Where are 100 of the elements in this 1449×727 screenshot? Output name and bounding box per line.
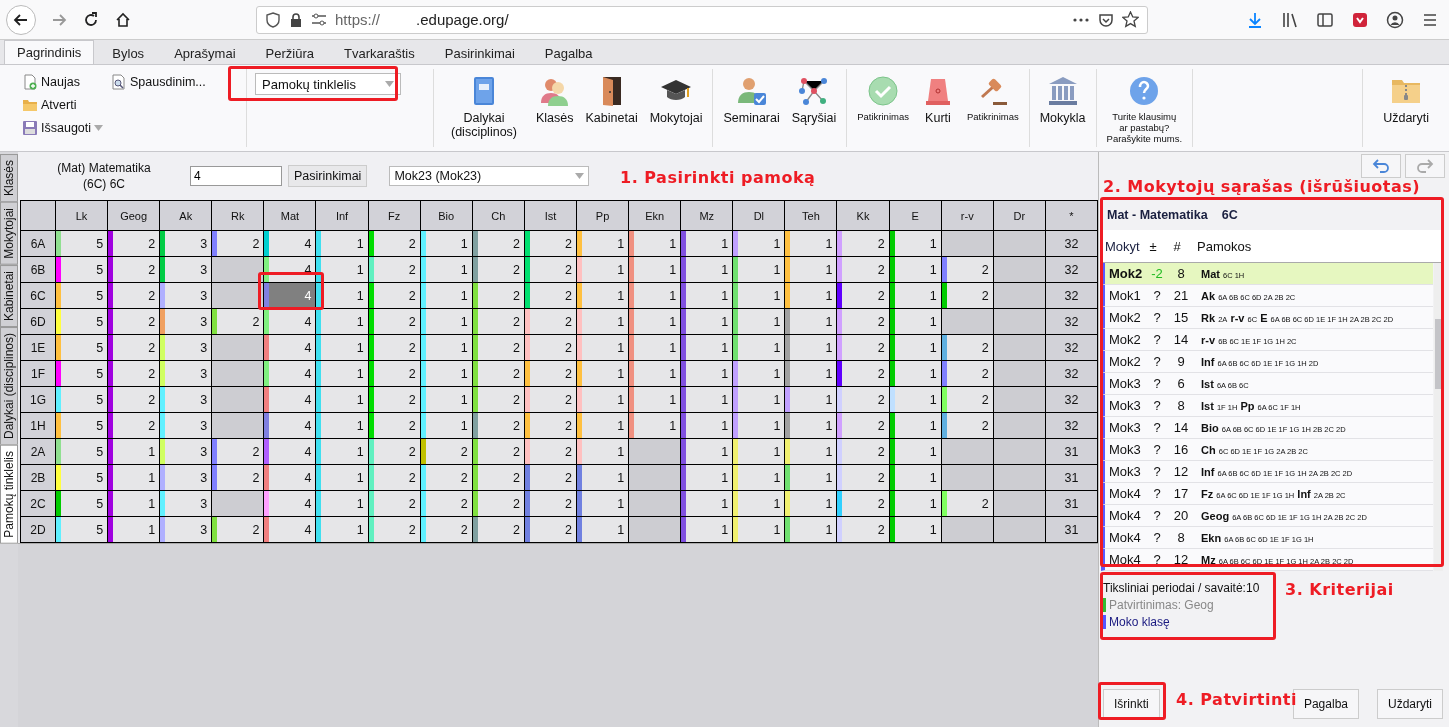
ribbon-button[interactable]: Sąryšiai bbox=[785, 69, 843, 125]
lesson-cell[interactable]: 3 bbox=[160, 309, 213, 335]
lesson-cell[interactable]: 4 bbox=[264, 517, 317, 543]
lesson-cell[interactable]: 1 bbox=[681, 335, 734, 361]
lesson-cell[interactable]: 4 bbox=[264, 413, 317, 439]
lesson-cell[interactable]: 4 bbox=[264, 361, 317, 387]
home-icon[interactable] bbox=[114, 10, 132, 29]
lesson-cell[interactable]: 2 bbox=[368, 257, 421, 283]
side-tab[interactable]: Dalykai (disciplinos) bbox=[0, 326, 18, 445]
lesson-cell[interactable]: 1 bbox=[420, 257, 473, 283]
lesson-cell[interactable]: 1 bbox=[681, 361, 734, 387]
lesson-cell[interactable]: 2 bbox=[472, 413, 525, 439]
lesson-cell[interactable]: 5 bbox=[56, 231, 109, 257]
lesson-cell[interactable]: 1 bbox=[785, 387, 838, 413]
lesson-cell[interactable]: 1 bbox=[681, 439, 734, 465]
lesson-cell[interactable]: 2 bbox=[472, 283, 525, 309]
lesson-cell[interactable]: 2 bbox=[837, 465, 890, 491]
file-action-button[interactable]: Naujas bbox=[22, 73, 104, 91]
lesson-cell[interactable]: 2 bbox=[524, 387, 577, 413]
lesson-cell[interactable]: 4 bbox=[264, 387, 317, 413]
lesson-cell[interactable]: 2 bbox=[420, 439, 473, 465]
lesson-cell[interactable]: 1 bbox=[681, 309, 734, 335]
teacher-dropdown[interactable]: Mok23 (Mok23) bbox=[389, 166, 590, 186]
dialog-button[interactable]: Uždaryti bbox=[1377, 689, 1443, 719]
lesson-cell[interactable]: 1 bbox=[316, 491, 369, 517]
lesson-cell[interactable]: 3 bbox=[160, 439, 213, 465]
lesson-cell[interactable]: 1 bbox=[785, 439, 838, 465]
lesson-cell[interactable]: 1 bbox=[681, 231, 734, 257]
lesson-cell[interactable]: 2 bbox=[472, 387, 525, 413]
pocket-icon[interactable] bbox=[1098, 11, 1114, 28]
lesson-cell[interactable]: 1 bbox=[629, 335, 682, 361]
lesson-cell[interactable]: 2 bbox=[368, 413, 421, 439]
menu-tab[interactable]: Peržiūra bbox=[253, 42, 326, 64]
lesson-cell[interactable]: 2 bbox=[524, 439, 577, 465]
lesson-cell[interactable]: 2 bbox=[524, 309, 577, 335]
lesson-cell[interactable]: 2 bbox=[837, 283, 890, 309]
lesson-cell[interactable]: 5 bbox=[56, 361, 109, 387]
lesson-cell[interactable]: 2 bbox=[212, 309, 265, 335]
lesson-cell[interactable]: 4 bbox=[264, 491, 317, 517]
lesson-cell[interactable]: 1 bbox=[577, 517, 630, 543]
lesson-cell[interactable]: 1 bbox=[108, 517, 161, 543]
lesson-cell[interactable]: 1 bbox=[420, 413, 473, 439]
lesson-cell[interactable]: 1 bbox=[629, 309, 682, 335]
lesson-cell[interactable]: 2 bbox=[941, 491, 994, 517]
lesson-cell[interactable]: 4 bbox=[264, 335, 317, 361]
lesson-cell[interactable]: 1 bbox=[889, 231, 942, 257]
back-button[interactable] bbox=[6, 4, 36, 35]
lesson-cell[interactable]: 1 bbox=[577, 231, 630, 257]
lesson-cell[interactable]: 1 bbox=[889, 465, 942, 491]
lesson-cell[interactable]: 2 bbox=[941, 257, 994, 283]
lesson-cell[interactable]: 1 bbox=[785, 517, 838, 543]
lesson-cell[interactable]: 1 bbox=[629, 257, 682, 283]
lesson-cell[interactable]: 1 bbox=[629, 231, 682, 257]
lesson-cell[interactable]: 1 bbox=[733, 335, 786, 361]
lesson-cell[interactable]: 4 bbox=[264, 231, 317, 257]
lesson-cell[interactable]: 2 bbox=[837, 361, 890, 387]
lesson-cell[interactable]: 4 bbox=[264, 309, 317, 335]
lesson-cell[interactable]: 1 bbox=[629, 361, 682, 387]
lesson-cell[interactable]: 2 bbox=[368, 387, 421, 413]
lesson-cell[interactable]: 2 bbox=[941, 335, 994, 361]
side-tab[interactable]: Pamokų tinklelis bbox=[0, 444, 18, 544]
lesson-cell[interactable]: 1 bbox=[889, 491, 942, 517]
lesson-cell[interactable]: 2 bbox=[524, 465, 577, 491]
lesson-cell[interactable]: 1 bbox=[785, 283, 838, 309]
lesson-cell[interactable]: 1 bbox=[889, 309, 942, 335]
lesson-cell[interactable]: 2 bbox=[472, 491, 525, 517]
lesson-cell[interactable]: 2 bbox=[524, 361, 577, 387]
lesson-cell[interactable]: 2 bbox=[837, 231, 890, 257]
lesson-cell[interactable]: 2 bbox=[837, 439, 890, 465]
lesson-cell[interactable]: 1 bbox=[785, 361, 838, 387]
lesson-cell[interactable]: 2 bbox=[368, 361, 421, 387]
ribbon-button[interactable]: Mokytojai bbox=[643, 69, 709, 125]
account-icon[interactable] bbox=[1386, 10, 1404, 29]
lesson-cell[interactable]: 2 bbox=[941, 283, 994, 309]
lesson-cell[interactable]: 1 bbox=[316, 231, 369, 257]
library-icon[interactable] bbox=[1281, 10, 1299, 29]
lesson-cell[interactable]: 2 bbox=[524, 257, 577, 283]
lesson-cell[interactable]: 2 bbox=[472, 517, 525, 543]
lesson-cell[interactable]: 1 bbox=[733, 491, 786, 517]
lesson-cell[interactable]: 1 bbox=[108, 439, 161, 465]
lesson-cell[interactable]: 5 bbox=[56, 517, 109, 543]
lesson-cell[interactable]: 5 bbox=[56, 491, 109, 517]
ribbon-button[interactable]: Kabinetai bbox=[579, 69, 644, 125]
lesson-cell[interactable]: 2 bbox=[368, 517, 421, 543]
lesson-cell[interactable]: 1 bbox=[577, 439, 630, 465]
lesson-cell[interactable]: 5 bbox=[56, 309, 109, 335]
lesson-cell[interactable]: 1 bbox=[629, 387, 682, 413]
lesson-cell[interactable]: 5 bbox=[56, 387, 109, 413]
lesson-cell[interactable]: 1 bbox=[889, 387, 942, 413]
lesson-cell[interactable]: 1 bbox=[316, 413, 369, 439]
lesson-cell[interactable]: 3 bbox=[160, 231, 213, 257]
menu-tab[interactable]: Pagalba bbox=[532, 42, 605, 64]
lesson-cell[interactable]: 1 bbox=[629, 413, 682, 439]
lesson-cell[interactable]: 1 bbox=[420, 309, 473, 335]
lesson-cell[interactable]: 3 bbox=[160, 465, 213, 491]
lesson-cell[interactable]: 2 bbox=[472, 361, 525, 387]
lesson-cell[interactable]: 1 bbox=[629, 283, 682, 309]
lesson-cell[interactable]: 1 bbox=[785, 309, 838, 335]
lesson-cell[interactable]: 1 bbox=[733, 413, 786, 439]
view-dropdown[interactable]: Pamokų tinklelis bbox=[255, 73, 401, 95]
